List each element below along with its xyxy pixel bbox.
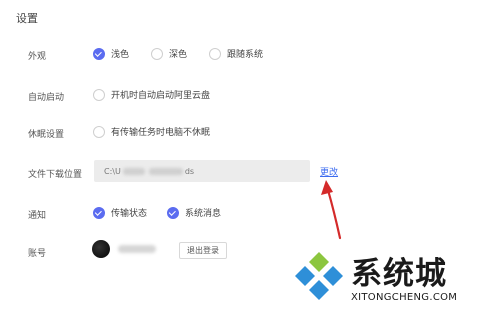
site-watermark: 系统城 XITONGCHENG.COM	[288, 246, 478, 318]
download-path-suffix: ds	[184, 166, 195, 176]
notify-transfer-option[interactable]: 传输状态	[93, 206, 147, 219]
appearance-dark-option[interactable]: 深色	[151, 47, 187, 60]
appearance-system-label: 跟随系统	[227, 50, 264, 60]
watermark-url: XITONGCHENG.COM	[351, 292, 458, 303]
appearance-light-label: 浅色	[111, 50, 130, 60]
radio-icon[interactable]	[93, 88, 105, 101]
autostart-option[interactable]: 开机时自动启动阿里云盘	[93, 88, 210, 101]
page-title: 设置	[16, 12, 38, 25]
notify-system-option[interactable]: 系统消息	[167, 206, 221, 219]
change-path-link[interactable]: 更改	[320, 165, 338, 178]
blurred-text	[122, 167, 145, 175]
account-name-blurred	[118, 245, 156, 253]
download-label: 文件下载位置	[28, 170, 83, 180]
logout-button[interactable]: 退出登录	[179, 242, 227, 259]
blurred-text	[148, 167, 183, 175]
autostart-label: 自动启动	[28, 93, 65, 103]
notify-transfer-label: 传输状态	[111, 209, 148, 219]
appearance-system-option[interactable]: 跟随系统	[209, 47, 263, 60]
appearance-label: 外观	[28, 52, 47, 62]
check-icon[interactable]	[167, 206, 179, 219]
notify-system-label: 系统消息	[185, 209, 222, 219]
avatar	[92, 240, 110, 258]
appearance-light-option[interactable]: 浅色	[93, 47, 129, 60]
radio-icon[interactable]	[151, 47, 163, 60]
download-path-prefix: C:\U	[104, 166, 121, 176]
diamond-logo-icon	[295, 252, 343, 300]
sleep-option-label: 有传输任务时电脑不休眠	[111, 128, 211, 138]
download-path-field[interactable]: C:\U ds	[94, 160, 310, 182]
radio-icon[interactable]	[93, 125, 105, 138]
radio-icon[interactable]	[209, 47, 221, 60]
check-icon[interactable]	[93, 206, 105, 219]
notify-label: 通知	[28, 211, 47, 221]
check-icon[interactable]	[93, 47, 105, 60]
autostart-option-label: 开机时自动启动阿里云盘	[111, 91, 211, 101]
account-label: 账号	[28, 249, 47, 259]
appearance-dark-label: 深色	[169, 50, 188, 60]
sleep-label: 休眠设置	[28, 130, 65, 140]
watermark-brand: 系统城	[351, 256, 447, 292]
sleep-option[interactable]: 有传输任务时电脑不休眠	[93, 125, 210, 138]
